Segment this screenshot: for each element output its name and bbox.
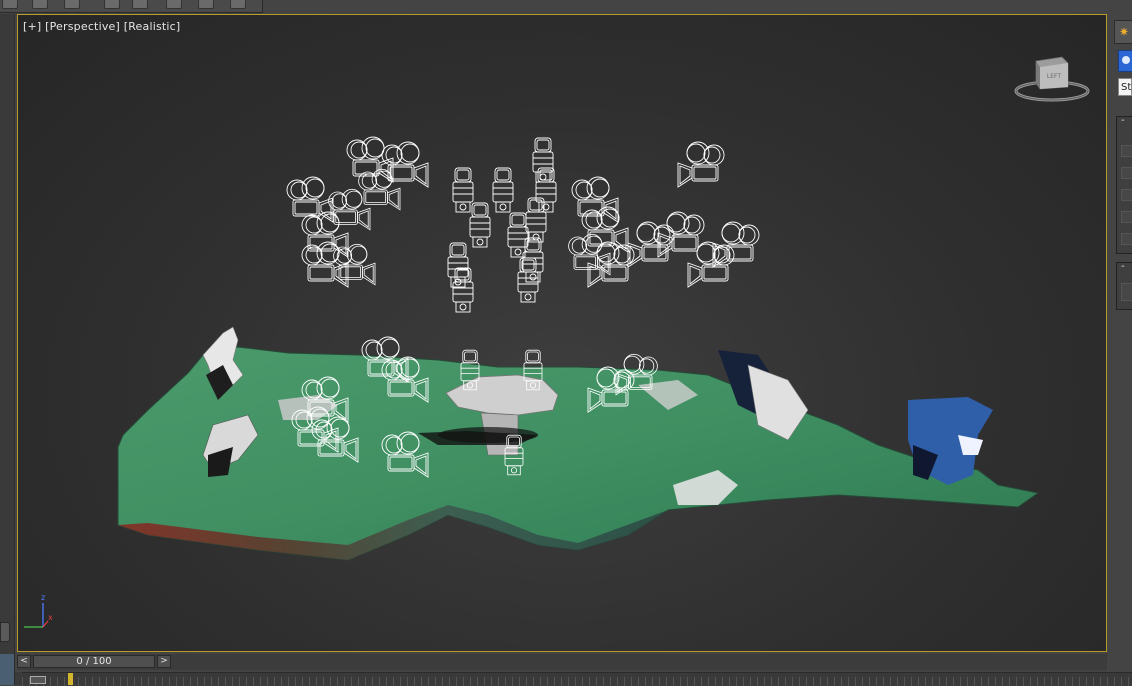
main-toolbar xyxy=(0,0,263,13)
camera-rig[interactable] xyxy=(517,257,539,303)
left-panel-handle[interactable] xyxy=(0,622,10,642)
current-frame-marker[interactable] xyxy=(68,673,73,685)
rectangular-selection-icon[interactable] xyxy=(64,0,80,9)
viewcube-face-label: LEFT xyxy=(1047,73,1061,80)
camera-rig[interactable] xyxy=(712,221,760,268)
axis-x-label: x xyxy=(48,613,53,622)
move-icon[interactable] xyxy=(104,0,120,9)
selection-window-icon[interactable] xyxy=(132,0,148,9)
name-field[interactable] xyxy=(1121,283,1132,301)
track-bar[interactable] xyxy=(22,672,1132,686)
rollout-slot[interactable] xyxy=(1121,189,1132,201)
camera-rig[interactable] xyxy=(532,137,554,183)
geometry-category-button[interactable] xyxy=(1118,50,1132,72)
time-slider-bar: < 0 / 100 > xyxy=(17,654,1107,670)
create-tab-sun-icon[interactable]: ✷ xyxy=(1114,20,1132,44)
rollout-name-and-color[interactable]: - xyxy=(1116,261,1132,310)
camera-rig[interactable] xyxy=(358,168,401,211)
command-panel: ✷ St - - xyxy=(1110,14,1132,654)
camera-rig[interactable] xyxy=(469,202,491,248)
snap-toggle-icon[interactable] xyxy=(166,0,182,9)
bottom-left-corner xyxy=(0,654,15,685)
camera-rig[interactable] xyxy=(452,167,474,213)
camera-rig[interactable] xyxy=(571,176,619,223)
rollout-slot[interactable] xyxy=(1121,233,1132,245)
camera-rig[interactable] xyxy=(525,197,547,243)
scene-geometry[interactable] xyxy=(18,15,1106,651)
percent-snap-icon[interactable] xyxy=(230,0,246,9)
curve-editor-icon[interactable] xyxy=(30,676,46,684)
camera-rig[interactable] xyxy=(492,167,514,213)
axis-tripod: z x xyxy=(24,593,53,628)
select-by-name-icon[interactable] xyxy=(32,0,48,9)
next-frame-button[interactable]: > xyxy=(157,655,171,668)
object-type-dropdown[interactable]: St xyxy=(1118,78,1132,96)
rollout-object-type[interactable]: - xyxy=(1116,115,1132,254)
rollout-slot[interactable] xyxy=(1121,167,1132,179)
perspective-viewport[interactable]: [+] [Perspective] [Realistic] LEFT z x xyxy=(17,14,1107,652)
camera-rig[interactable] xyxy=(627,221,675,268)
camera-rig[interactable] xyxy=(677,141,725,188)
axis-z-label: z xyxy=(41,593,45,602)
scanned-terrain-mesh[interactable] xyxy=(117,326,1040,561)
camera-rig[interactable] xyxy=(535,167,557,213)
angle-snap-icon[interactable] xyxy=(198,0,214,9)
time-slider[interactable]: 0 / 100 xyxy=(33,655,155,668)
camera-rig[interactable] xyxy=(381,141,429,188)
viewcube[interactable]: LEFT xyxy=(1014,51,1094,107)
rollout-slot[interactable] xyxy=(1121,211,1132,223)
camera-rig[interactable] xyxy=(346,136,394,183)
camera-rig[interactable] xyxy=(587,241,635,288)
prev-frame-button[interactable]: < xyxy=(17,655,31,668)
left-toolbar-strip xyxy=(0,14,15,654)
select-icon[interactable] xyxy=(2,0,18,9)
camera-rig[interactable] xyxy=(333,243,376,286)
camera-rig[interactable] xyxy=(301,211,349,258)
camera-rig[interactable] xyxy=(452,267,474,313)
rollout-slot[interactable] xyxy=(1121,145,1132,157)
